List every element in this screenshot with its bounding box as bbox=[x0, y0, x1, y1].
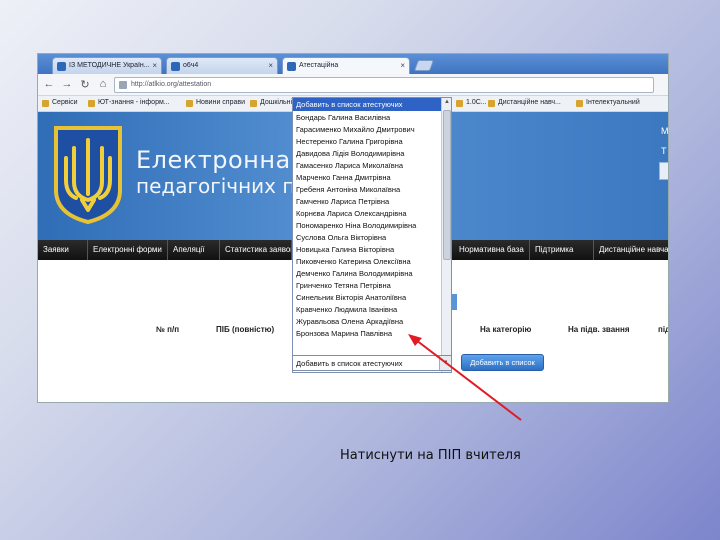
site-favicon-icon bbox=[287, 62, 296, 71]
small-button[interactable] bbox=[452, 294, 457, 310]
bookmark-item[interactable]: Сервіси bbox=[42, 99, 78, 107]
reload-icon[interactable]: ↻ bbox=[78, 78, 92, 91]
teacher-option[interactable]: Бондарь Галина Василівна bbox=[296, 112, 441, 124]
teacher-option[interactable]: Нестеренко Галина Григорівна bbox=[296, 136, 441, 148]
teacher-option[interactable]: Суслова Ольга Вікторівна bbox=[296, 232, 441, 244]
side-link[interactable]: Т bbox=[661, 146, 667, 156]
side-button[interactable] bbox=[659, 162, 668, 180]
dropdown-header-option[interactable]: Добавить в список атестуючих bbox=[293, 98, 441, 111]
menu-item-appeals[interactable]: Апеляції bbox=[168, 240, 220, 260]
scroll-up-icon[interactable]: ▲ bbox=[443, 99, 451, 109]
teacher-option[interactable]: Демченко Галина Володимирівна bbox=[296, 268, 441, 280]
bookmark-icon bbox=[186, 100, 193, 107]
folder-icon bbox=[488, 100, 495, 107]
bookmark-item[interactable]: ЮТ-знання - інформ... bbox=[88, 99, 170, 107]
url-text: http://atlkio.org/attestation bbox=[131, 81, 212, 88]
menu-item-stats[interactable]: Статистика заявок bbox=[220, 240, 292, 260]
teacher-option[interactable]: Журавльова Олена Аркадіївна bbox=[296, 316, 441, 328]
slide-caption: Натиснути на ПІП вчителя bbox=[340, 448, 521, 463]
teacher-option[interactable]: Марченко Ганна Дмитрівна bbox=[296, 172, 441, 184]
menu-item-requests[interactable]: Заявки bbox=[38, 240, 88, 260]
bookmark-item[interactable]: Дистанційне навч... bbox=[488, 99, 561, 107]
teacher-option[interactable]: Пономаренко Ніна Володимирівна bbox=[296, 220, 441, 232]
teacher-select[interactable]: Добавить в список атестуючих ▼ bbox=[292, 355, 452, 371]
navigation-bar: ← → ↻ ⌂ http://atlkio.org/attestation bbox=[38, 74, 668, 96]
bookmark-item[interactable]: Дошкільні... bbox=[250, 99, 298, 107]
apps-icon bbox=[42, 100, 49, 107]
table-header-number: № п/п bbox=[156, 325, 180, 334]
select-value: Добавить в список атестуючих bbox=[296, 359, 403, 368]
table-header-category: На категорію bbox=[480, 325, 532, 334]
bookmark-icon bbox=[456, 100, 463, 107]
teacher-dropdown-list[interactable]: Добавить в список атестуючих Бондарь Гал… bbox=[292, 97, 452, 373]
teacher-option[interactable]: Гамченко Лариса Петрівна bbox=[296, 196, 441, 208]
bookmark-item[interactable]: 1.0С... bbox=[456, 99, 487, 107]
teacher-option[interactable]: Гребеня Антоніна Миколаївна bbox=[296, 184, 441, 196]
teacher-option[interactable]: Корнєва Лариса Олександрівна bbox=[296, 208, 441, 220]
browser-screenshot: ІЗ МЕТОДИЧНЕ Україн... × о6ч4 × Атестаці… bbox=[37, 53, 669, 403]
browser-tab-3[interactable]: Атестаційна × bbox=[282, 57, 410, 74]
close-icon[interactable]: × bbox=[152, 61, 157, 70]
folder-icon bbox=[250, 100, 257, 107]
teacher-option[interactable]: Пиковченко Катерина Олексіївна bbox=[296, 256, 441, 268]
menu-item-support[interactable]: Підтримка bbox=[530, 240, 594, 260]
menu-item-forms[interactable]: Електронні форми bbox=[88, 240, 168, 260]
teacher-option[interactable]: Кравченко Людмила Іванівна bbox=[296, 304, 441, 316]
tab-label: Атестаційна bbox=[299, 62, 339, 69]
browser-tab-2[interactable]: о6ч4 × bbox=[166, 57, 278, 74]
menu-item-distance[interactable]: Дистанційне навча bbox=[594, 240, 668, 260]
teacher-option[interactable]: Новицька Галина Вікторівна bbox=[296, 244, 441, 256]
browser-tab-1[interactable]: ІЗ МЕТОДИЧНЕ Україн... × bbox=[52, 57, 162, 74]
teacher-option[interactable]: Бронзова Марина Павлівна bbox=[296, 328, 441, 340]
bookmark-item[interactable]: Інтелектуальний bbox=[576, 99, 640, 107]
add-to-list-button[interactable]: Добавить в список bbox=[461, 354, 544, 371]
dropdown-scrollbar[interactable]: ▲ ▼ bbox=[441, 98, 451, 372]
teacher-option[interactable]: Давидова Лідія Володимирівна bbox=[296, 148, 441, 160]
bookmark-item[interactable]: Новини справи bbox=[186, 99, 245, 107]
tab-label: ІЗ МЕТОДИЧНЕ Україн... bbox=[69, 62, 150, 69]
tab-strip: ІЗ МЕТОДИЧНЕ Україн... × о6ч4 × Атестаці… bbox=[38, 54, 668, 74]
chevron-down-icon[interactable]: ▼ bbox=[439, 356, 451, 370]
site-favicon-icon bbox=[171, 62, 180, 71]
address-bar[interactable]: http://atlkio.org/attestation bbox=[114, 77, 654, 93]
menu-item-regulations[interactable]: Нормативна база bbox=[454, 240, 530, 260]
site-favicon-icon bbox=[57, 62, 66, 71]
table-header-rank: На підв. звання bbox=[568, 325, 630, 334]
table-header-extra: під bbox=[658, 325, 669, 334]
bookmark-icon bbox=[88, 100, 95, 107]
teacher-option[interactable]: Гарасименко Михайло Дмитрович bbox=[296, 124, 441, 136]
back-arrow-icon[interactable]: ← bbox=[42, 78, 56, 90]
teacher-option[interactable]: Гринченко Тетяна Петрівна bbox=[296, 280, 441, 292]
teacher-option[interactable]: Синельник Вікторія Анатоліївна bbox=[296, 292, 441, 304]
close-icon[interactable]: × bbox=[268, 61, 273, 70]
coat-of-arms-icon bbox=[54, 126, 122, 224]
home-icon[interactable]: ⌂ bbox=[96, 78, 110, 90]
tab-label: о6ч4 bbox=[183, 62, 199, 69]
side-link[interactable]: М bbox=[661, 126, 668, 136]
table-header-name: ПІБ (повністю) bbox=[216, 325, 275, 334]
new-tab-button[interactable] bbox=[413, 60, 435, 71]
teacher-option[interactable]: Гамасенко Лариса Миколаївна bbox=[296, 160, 441, 172]
forward-arrow-icon[interactable]: → bbox=[60, 78, 74, 90]
page-icon bbox=[119, 81, 127, 89]
close-icon[interactable]: × bbox=[400, 61, 405, 70]
folder-icon bbox=[576, 100, 583, 107]
scrollbar-thumb[interactable] bbox=[443, 110, 451, 260]
